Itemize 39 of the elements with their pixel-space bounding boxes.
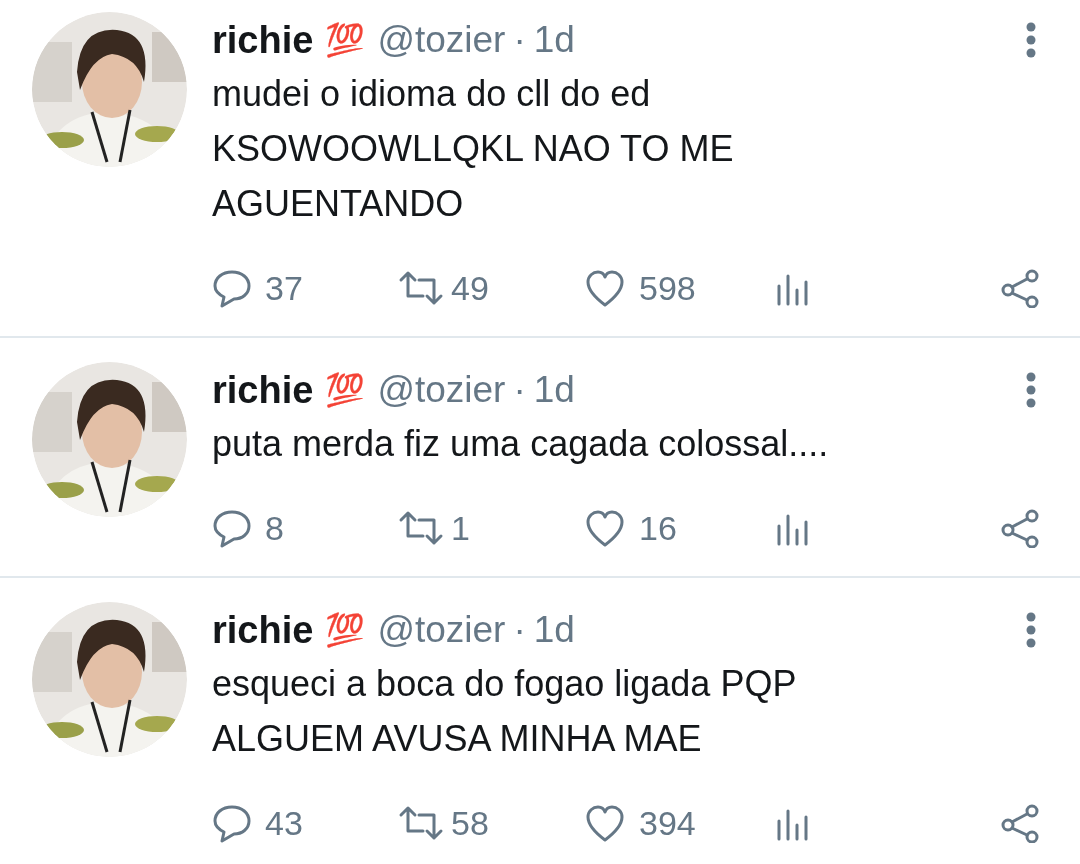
reply-icon[interactable]: [212, 268, 252, 308]
tweet-time: 1d: [533, 608, 575, 653]
retweet-count: 49: [451, 267, 489, 309]
user-name[interactable]: richie: [212, 601, 314, 659]
heart-icon[interactable]: [585, 508, 625, 548]
more-menu-icon[interactable]: [1026, 372, 1036, 408]
hundred-emoji: 💯: [325, 611, 366, 650]
like-count: 16: [639, 507, 677, 549]
tweet-text: mudei o idioma do cll do ed KSOWOOWLLQKL NAO TO ME AGUENTANDO: [212, 72, 735, 226]
tweet-time: 1d: [533, 18, 575, 63]
tweet-text: puta merda fiz uma cagada colossal....: [212, 422, 830, 466]
reply-count: 8: [265, 507, 284, 549]
heart-icon[interactable]: [585, 268, 625, 308]
like-count: 598: [639, 267, 696, 309]
heart-icon[interactable]: [585, 803, 625, 843]
reply-icon[interactable]: [212, 508, 252, 548]
reply-count: 37: [265, 267, 303, 309]
reply-count: 43: [265, 802, 303, 844]
user-name[interactable]: richie: [212, 11, 314, 69]
separator: ·: [513, 368, 526, 413]
more-menu-icon[interactable]: [1026, 612, 1036, 648]
separator: ·: [513, 18, 526, 63]
tweet-text: esqueci a boca do fogao ligada PQP ALGUEM AVUSA MINHA MAE: [212, 662, 798, 761]
share-icon[interactable]: [1000, 803, 1040, 843]
tweet-time: 1d: [533, 368, 575, 413]
more-menu-icon[interactable]: [1026, 22, 1036, 58]
hundred-emoji: 💯: [325, 21, 366, 60]
user-handle: @tozier: [377, 18, 506, 63]
user-handle: @tozier: [377, 608, 506, 653]
share-icon[interactable]: [1000, 268, 1040, 308]
user-name[interactable]: richie: [212, 361, 314, 419]
reply-icon[interactable]: [212, 803, 252, 843]
separator: ·: [513, 608, 526, 653]
retweet-count: 1: [451, 507, 470, 549]
like-count: 394: [639, 802, 696, 844]
user-handle: @tozier: [377, 368, 506, 413]
retweet-count: 58: [451, 802, 489, 844]
hundred-emoji: 💯: [325, 371, 366, 410]
share-icon[interactable]: [1000, 508, 1040, 548]
